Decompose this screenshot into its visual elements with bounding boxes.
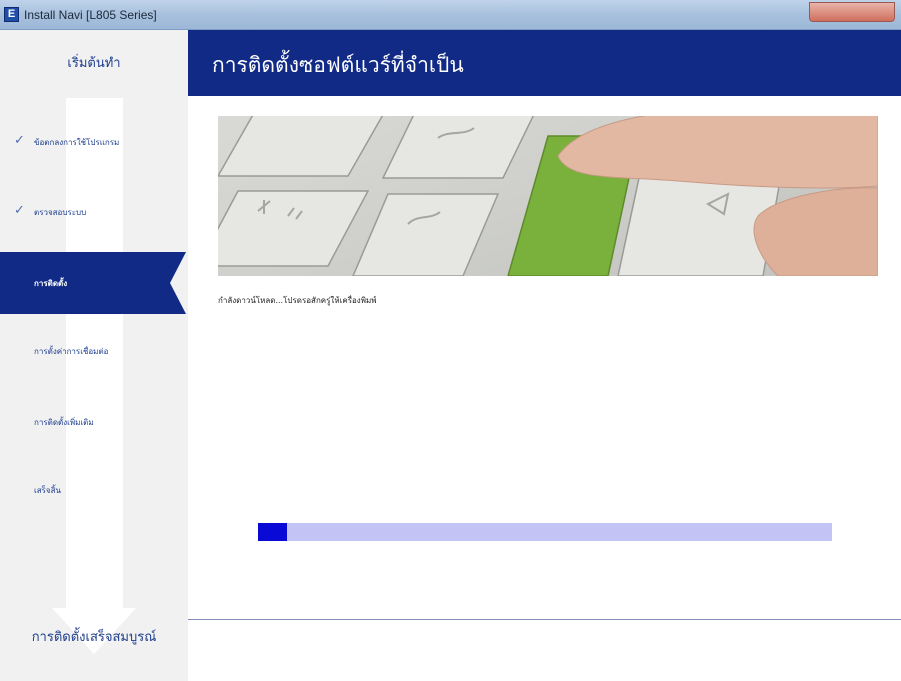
sidebar-step-finish: เสร็จสิ้น [0, 475, 188, 505]
footer-divider [188, 619, 901, 620]
check-icon: ✓ [14, 133, 25, 148]
progress-bar-fill [258, 523, 287, 541]
status-message: กำลังดาวน์โหลด...โปรดรอสักครู่ให้เครื่อง… [218, 296, 377, 305]
sidebar-complete-label: การติดตั้งเสร็จสมบูรณ์ [31, 630, 157, 645]
sidebar-step-label: การตั้งค่าการเชื่อมต่อ [34, 347, 109, 356]
sidebar-step-additional: การติดตั้งเพิ่มเติม [0, 407, 188, 437]
sidebar: เริ่มต้นทำ ✓ ข้อตกลงการใช้โปรแกรม ✓ ตรวจ… [0, 30, 188, 681]
sidebar-step-label: เสร็จสิ้น [34, 486, 61, 495]
sidebar-step-license: ✓ ข้อตกลงการใช้โปรแกรม [0, 127, 188, 157]
keyboard-banner-image [218, 116, 878, 276]
sidebar-step-label: การติดตั้ง [34, 279, 68, 288]
sidebar-step-label: ตรวจสอบระบบ [34, 208, 87, 217]
sidebar-step-label: การติดตั้งเพิ่มเติม [34, 418, 94, 427]
window-title: Install Navi [L805 Series] [24, 8, 157, 22]
active-step-pointer [170, 252, 186, 314]
sidebar-step-label: ข้อตกลงการใช้โปรแกรม [34, 138, 120, 147]
sidebar-step-install: การติดตั้ง [0, 252, 186, 314]
page-header: การติดตั้งซอฟต์แวร์ที่จำเป็น [188, 30, 901, 96]
close-button[interactable] [809, 2, 895, 22]
window-titlebar: E Install Navi [L805 Series] [0, 0, 901, 30]
app-icon: E [4, 7, 19, 22]
sidebar-step-connection: การตั้งค่าการเชื่อมต่อ [0, 336, 188, 366]
sidebar-step-system-check: ✓ ตรวจสอบระบบ [0, 197, 188, 227]
sidebar-start-label: เริ่มต้นทำ [67, 56, 121, 71]
page-title: การติดตั้งซอฟต์แวร์ที่จำเป็น [212, 53, 464, 77]
check-icon: ✓ [14, 203, 25, 218]
progress-bar [258, 523, 832, 541]
